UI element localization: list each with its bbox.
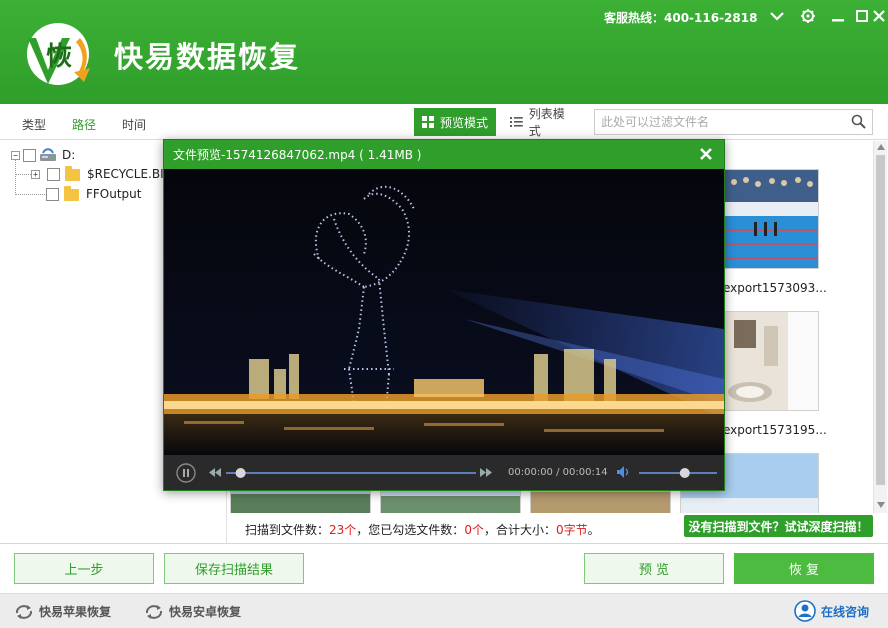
footer: 快易苹果恢复 快易安卓恢复 在线咨询 (0, 593, 888, 628)
selected-count: 0个 (464, 523, 484, 537)
tree-item-root[interactable]: − D: (11, 147, 75, 163)
dialog-title-bar: 文件预览-1574126847062.mp4 ( 1.41MB ) (164, 140, 724, 169)
list-mode-button[interactable]: 列表模式 (502, 107, 584, 138)
list-icon (510, 117, 523, 127)
status-text: 。 (587, 523, 600, 537)
file-name: export1573093... (723, 281, 827, 295)
folder-icon (64, 186, 79, 201)
volume-slider[interactable] (639, 467, 717, 479)
tree-item-ffoutput[interactable]: FFOutput (46, 186, 142, 201)
file-name: export1573195... (723, 423, 827, 437)
progress-slider[interactable] (226, 467, 476, 479)
close-icon (873, 10, 885, 22)
thumbnail-image (724, 170, 818, 268)
online-chat-link[interactable]: 在线咨询 (794, 600, 869, 622)
preview-mode-label: 预览模式 (440, 115, 489, 130)
preview-button[interactable]: 预 览 (584, 553, 724, 584)
app-title: 快易数据恢复 (114, 40, 301, 74)
grid-scrollbar[interactable] (873, 141, 887, 513)
status-text: 扫描到文件数： (245, 523, 330, 537)
pause-icon[interactable] (176, 463, 196, 483)
search-icon[interactable] (851, 114, 866, 129)
maximize-icon (856, 10, 868, 22)
refresh-icon (15, 604, 33, 619)
grid-icon (422, 116, 434, 128)
deep-scan-button[interactable]: 没有扫描到文件？试试深度扫描！ (684, 515, 873, 537)
folder-icon (65, 166, 80, 181)
preview-dialog: 文件预览-1574126847062.mp4 ( 1.41MB ) 00:00:… (163, 139, 725, 491)
android-recovery-label: 快易安卓恢复 (169, 605, 242, 619)
minimize-button[interactable] (827, 5, 849, 27)
thumbnail-image (724, 312, 818, 410)
tree-item-label: FFOutput (86, 187, 142, 201)
save-results-button[interactable]: 保存扫描结果 (164, 553, 304, 584)
file-thumbnail[interactable] (723, 311, 819, 411)
close-button[interactable] (868, 5, 888, 27)
volume-icon[interactable] (617, 466, 631, 478)
tab-path[interactable]: 路径 (72, 116, 96, 133)
scan-status: 扫描到文件数：23个，您已勾选文件数：0个，合计大小：0字节。 (245, 521, 600, 538)
file-thumbnail[interactable] (723, 169, 819, 269)
list-mode-label: 列表模式 (528, 107, 565, 138)
fast-forward-icon[interactable] (480, 468, 492, 477)
search-input[interactable] (595, 110, 835, 134)
chevron-down-icon (770, 12, 784, 21)
action-bar: 上一步 保存扫描结果 预 览 恢 复 (0, 543, 888, 593)
logo-char: 恢 (46, 42, 72, 72)
status-text: ，您已勾选文件数： (356, 523, 465, 537)
collapse-toggle[interactable]: − (11, 150, 20, 160)
scanned-count: 23个 (329, 523, 357, 537)
tree-checkbox[interactable] (46, 187, 59, 201)
tree-checkbox[interactable] (47, 167, 60, 181)
close-icon[interactable] (696, 144, 716, 164)
video-frame[interactable] (164, 169, 724, 455)
status-text: ，合计大小： (483, 523, 556, 537)
total-size: 0字节 (555, 523, 588, 537)
search-box (594, 109, 873, 135)
prev-step-button[interactable]: 上一步 (14, 553, 154, 584)
tree-line (15, 159, 16, 195)
rewind-icon[interactable] (209, 468, 221, 477)
apple-recovery-label: 快易苹果恢复 (39, 605, 112, 619)
video-controls: 00:00:00 / 00:00:14 (164, 455, 724, 490)
online-chat-label: 在线咨询 (821, 604, 870, 619)
hotline-text: 客服热线：400-116-2818 (604, 11, 758, 25)
video-image (164, 169, 724, 455)
scroll-thumb[interactable] (876, 155, 885, 485)
refresh-icon (145, 604, 163, 619)
android-recovery-link[interactable]: 快易安卓恢复 (144, 603, 241, 620)
settings-button[interactable] (797, 5, 819, 27)
tab-time[interactable]: 时间 (122, 116, 146, 133)
tree-item-recycle[interactable]: + $RECYCLE.BIN (31, 166, 173, 181)
playback-time: 00:00:00 / 00:00:14 (508, 467, 608, 478)
user-icon (794, 600, 816, 622)
app-logo: 恢 (27, 23, 90, 85)
tree-line (15, 194, 45, 195)
tree-root-label: D: (62, 148, 76, 162)
collapse-button[interactable] (766, 5, 788, 27)
tree-item-label: $RECYCLE.BIN (87, 167, 173, 181)
drive-icon (40, 148, 56, 161)
scroll-down-icon[interactable] (877, 502, 885, 508)
toolbar: 类型 路径 时间 预览模式 列表模式 (0, 104, 888, 140)
gear-icon (801, 9, 815, 23)
tree-checkbox[interactable] (23, 148, 36, 162)
apple-recovery-link[interactable]: 快易苹果恢复 (14, 603, 111, 620)
minimize-icon (832, 19, 844, 22)
scroll-up-icon[interactable] (877, 144, 885, 150)
recover-button[interactable]: 恢 复 (734, 553, 874, 584)
preview-mode-button[interactable]: 预览模式 (414, 108, 496, 136)
expand-toggle[interactable]: + (31, 169, 40, 179)
title-bar: 恢 快易数据恢复 客服热线：400-116-2818 (0, 0, 888, 104)
tab-type[interactable]: 类型 (22, 116, 46, 133)
dialog-title: 文件预览-1574126847062.mp4 ( 1.41MB ) (173, 148, 422, 162)
